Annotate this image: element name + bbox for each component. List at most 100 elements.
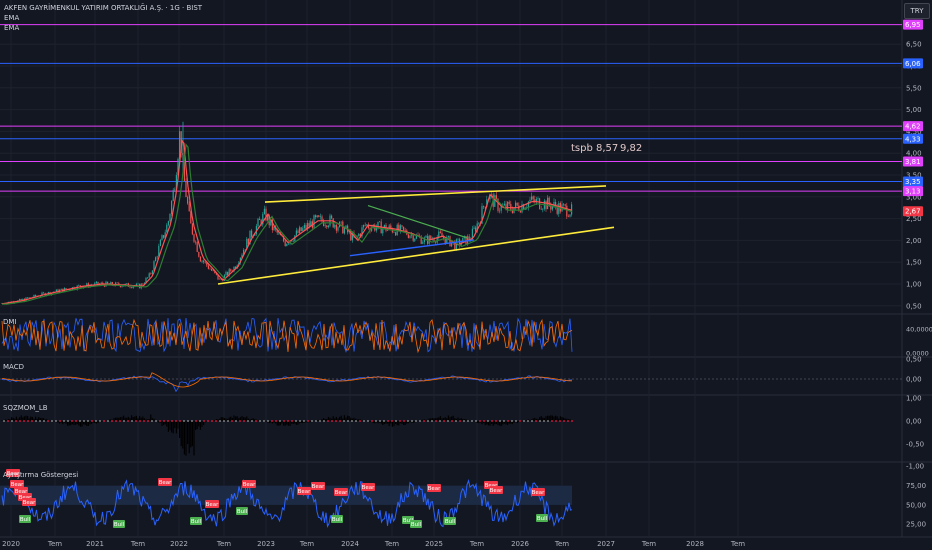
ema-slow-line [2, 143, 573, 305]
sqz-dot [275, 420, 277, 422]
sqz-bar [164, 421, 166, 425]
sqz-bar [161, 421, 163, 427]
sqz-bar [449, 417, 451, 421]
annotation-value[interactable]: 9,82 [620, 143, 642, 154]
sqz-bar [38, 417, 40, 421]
sqz-dot [423, 420, 425, 422]
macd-tick-label: 0,50 [906, 356, 922, 364]
sqz-bar [529, 419, 531, 421]
sqz-dot [327, 420, 329, 422]
sqz-tick-label: -0,50 [906, 441, 924, 449]
sqz-bar [353, 417, 355, 421]
sqz-bar [134, 416, 136, 421]
candle-body [150, 273, 152, 274]
sqz-dot [307, 420, 309, 422]
sqz-dot [83, 420, 85, 422]
candle-body [303, 225, 305, 229]
candle-body [155, 257, 157, 262]
sqz-tick-label: 0,00 [906, 418, 922, 426]
sqz-bar [199, 421, 201, 430]
sqz-bar [534, 417, 536, 421]
sqz-bar [236, 416, 238, 421]
candle-body [519, 210, 521, 213]
sqz-bar [457, 417, 459, 421]
candle-body [319, 216, 321, 217]
candle-body [366, 224, 368, 226]
sqz-dot [163, 420, 165, 422]
candle-body [503, 203, 505, 206]
sqz-bar [377, 421, 379, 424]
sqz-bar [425, 419, 427, 421]
bull-signal: Bull [444, 517, 456, 525]
osc-label[interactable]: Ayrıştırma Göstergesi [3, 471, 78, 479]
candle-body [566, 205, 568, 217]
sqz-bar [113, 417, 115, 421]
sqz-dot [123, 420, 125, 422]
sqz-dot [395, 420, 397, 422]
bear-signal: Bear [311, 482, 325, 490]
ema-legend-2[interactable]: EMA [4, 24, 19, 32]
sqz-bar [169, 421, 171, 431]
annotation-tspb[interactable]: tspb 8,57 [571, 143, 618, 154]
sqz-bar [20, 415, 22, 421]
sqz-dot [51, 420, 53, 422]
level-label: 3,13 [905, 188, 921, 196]
chart-stage[interactable]: 2020 Tem 2021 Tem 2022 Tem 2023 Tem 2024 Tem 2025 T… [0, 0, 932, 550]
sqz-dot [107, 420, 109, 422]
bear-label: Bear [243, 482, 257, 488]
sqz-dot [31, 420, 33, 422]
bear-signal: Bear [427, 484, 441, 492]
candle-body [137, 283, 139, 285]
sqz-dot [27, 420, 29, 422]
bear-label: Bear [490, 488, 504, 494]
price-chart[interactable]: 2020 Tem 2021 Tem 2022 Tem 2023 Tem 2024 Tem 2025 T… [0, 0, 932, 550]
sqz-dot [443, 420, 445, 422]
candle-body [116, 282, 118, 284]
currency-button[interactable]: TRY [904, 3, 930, 19]
sqz-dot [303, 420, 305, 422]
candle-body [167, 221, 169, 225]
candle-body [131, 287, 133, 289]
sqz-dot [251, 420, 253, 422]
bull-signal: Bull [331, 515, 343, 523]
sqz-bar [393, 421, 395, 427]
sqz-bar [126, 417, 128, 421]
candle-body [201, 260, 203, 262]
sqz-bar [545, 416, 547, 421]
sqz-label[interactable]: SQZMOM_LB [3, 404, 48, 412]
candle-body [395, 232, 397, 236]
sqz-dot [323, 420, 325, 422]
candle-body [204, 262, 206, 263]
sqz-tick-label: -1,00 [906, 463, 924, 471]
time-tick-label: Tem [299, 540, 314, 548]
candle-body [300, 227, 302, 232]
candle-body [295, 230, 297, 236]
price-tick-label: 0,50 [906, 302, 922, 310]
sqz-dot [543, 420, 545, 422]
sqz-bar [497, 421, 499, 426]
ema-legend-1[interactable]: EMA [4, 14, 19, 22]
bear-signal: Bear [489, 486, 503, 494]
sqz-dot [119, 420, 121, 422]
sqz-dot [403, 420, 405, 422]
candle-body [363, 224, 365, 228]
candle-body [211, 269, 213, 271]
macd-label[interactable]: MACD [3, 363, 24, 371]
candle-body [540, 208, 542, 210]
candle-body [379, 221, 381, 223]
sqz-bar [329, 417, 331, 421]
sqz-dot [463, 420, 465, 422]
level-label: 4,33 [905, 135, 921, 143]
candle-body [430, 235, 432, 240]
sqz-bar [286, 421, 288, 425]
sqz-bar [30, 416, 32, 421]
candle-body [324, 225, 326, 227]
sqz-bar [276, 421, 278, 426]
candle-body [499, 210, 501, 212]
sqz-bar [489, 421, 491, 426]
sqz-bar [452, 415, 454, 421]
sqz-bar [140, 417, 142, 421]
dmi-label[interactable]: DMI [3, 318, 17, 326]
sqz-bar [121, 416, 123, 421]
candle-body [444, 238, 446, 244]
